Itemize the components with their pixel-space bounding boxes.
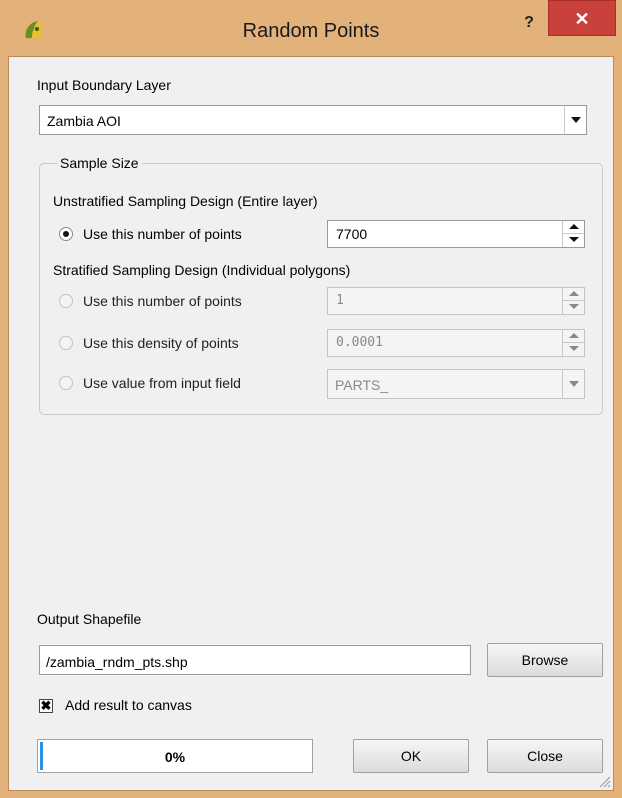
unstratified-points-input[interactable]: 7700 xyxy=(327,220,585,248)
chevron-down-icon[interactable] xyxy=(562,370,584,398)
chevron-down-icon[interactable] xyxy=(564,106,586,134)
spin-up-icon[interactable] xyxy=(563,330,584,343)
output-shapefile-value: /zambia_rndm_pts.shp xyxy=(46,654,188,670)
close-button[interactable]: Close xyxy=(487,739,603,773)
unstratified-points-label: Use this number of points xyxy=(83,226,242,242)
add-to-canvas-label: Add result to canvas xyxy=(65,697,192,713)
help-button[interactable]: ? xyxy=(518,12,540,34)
output-shapefile-label: Output Shapefile xyxy=(37,611,142,627)
add-to-canvas-checkbox[interactable]: ✖ xyxy=(39,699,53,713)
stratified-label: Stratified Sampling Design (Individual p… xyxy=(53,262,351,278)
stratified-points-radio[interactable] xyxy=(59,294,73,308)
dialog-body: Input Boundary Layer Zambia AOI Sample S… xyxy=(8,56,614,791)
stratified-points-label: Use this number of points xyxy=(83,293,242,309)
input-boundary-value: Zambia AOI xyxy=(47,113,121,129)
spin-up-icon[interactable] xyxy=(563,221,584,234)
stratified-density-value: 0.0001 xyxy=(336,335,383,350)
progress-text: 0% xyxy=(164,749,186,765)
browse-button[interactable]: Browse xyxy=(487,643,603,677)
spin-down-icon[interactable] xyxy=(563,234,584,247)
stratified-field-radio[interactable] xyxy=(59,376,73,390)
stratified-density-label: Use this density of points xyxy=(83,335,239,351)
stratified-density-radio[interactable] xyxy=(59,336,73,350)
spin-down-icon[interactable] xyxy=(563,301,584,314)
unstratified-points-radio[interactable] xyxy=(59,227,73,241)
stratified-points-value: 1 xyxy=(336,293,344,308)
resize-grip-icon[interactable] xyxy=(597,774,611,788)
output-shapefile-input[interactable]: /zambia_rndm_pts.shp xyxy=(39,645,471,675)
sample-size-title: Sample Size xyxy=(57,155,142,171)
window-close-button[interactable]: ✕ xyxy=(548,0,616,36)
input-boundary-select[interactable]: Zambia AOI xyxy=(39,105,587,135)
unstratified-points-value: 7700 xyxy=(336,226,368,242)
title-bar[interactable]: Random Points ? ✕ xyxy=(0,0,622,56)
stratified-field-label: Use value from input field xyxy=(83,375,241,391)
unstratified-label: Unstratified Sampling Design (Entire lay… xyxy=(53,193,318,209)
ok-button[interactable]: OK xyxy=(353,739,469,773)
input-boundary-label: Input Boundary Layer xyxy=(37,77,171,93)
random-points-dialog: Random Points ? ✕ Input Boundary Layer Z… xyxy=(0,0,622,798)
spinner-icon[interactable] xyxy=(562,221,584,247)
stratified-points-input[interactable]: 1 xyxy=(327,287,585,315)
stratified-field-value: PARTS_ xyxy=(335,377,389,393)
spinner-icon[interactable] xyxy=(562,330,584,356)
spin-up-icon[interactable] xyxy=(563,288,584,301)
stratified-density-input[interactable]: 0.0001 xyxy=(327,329,585,357)
progress-bar: 0% xyxy=(37,739,313,773)
spinner-icon[interactable] xyxy=(562,288,584,314)
spin-down-icon[interactable] xyxy=(563,343,584,356)
stratified-field-select[interactable]: PARTS_ xyxy=(327,369,585,399)
